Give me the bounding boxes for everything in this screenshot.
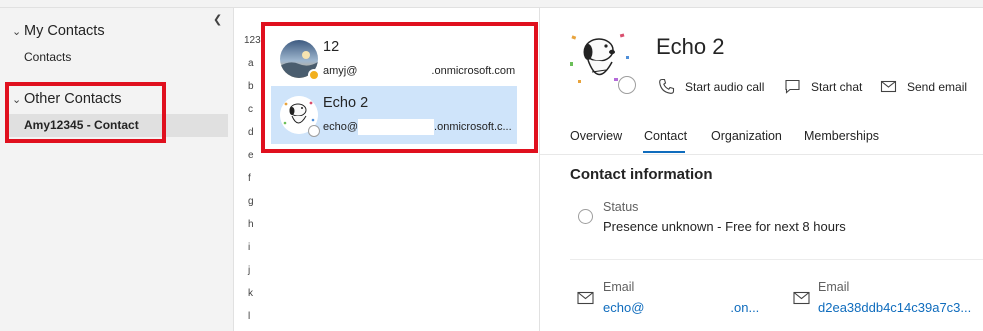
tab-memberships[interactable]: Memberships <box>804 129 879 143</box>
alpha-index-item[interactable]: h <box>234 219 264 230</box>
alpha-index-item[interactable]: a <box>234 58 264 69</box>
active-tab-indicator <box>643 151 685 153</box>
divider <box>570 259 983 260</box>
status-value: Presence unknown - Free for next 8 hours <box>603 219 846 234</box>
alpha-index-item[interactable]: d <box>234 127 264 138</box>
top-bar <box>0 0 983 8</box>
alpha-index-item[interactable]: g <box>234 196 264 207</box>
mail-icon <box>577 291 594 305</box>
chevron-left-icon[interactable]: ❮ <box>213 13 222 26</box>
email-label: Email <box>818 280 850 294</box>
contact-name: Echo 2 <box>323 95 369 111</box>
contact-email: amyj@ .onmicrosoft.com <box>323 63 515 79</box>
presence-unknown-icon <box>578 209 593 224</box>
group-label: My Contacts <box>24 23 105 39</box>
alpha-index-item[interactable]: 123 <box>234 35 264 46</box>
action-label: Start audio call <box>685 79 765 94</box>
action-label: Send email <box>907 79 968 94</box>
presence-unknown-icon <box>308 125 320 137</box>
tab-organization[interactable]: Organization <box>711 129 782 143</box>
contact-display-name: Echo 2 <box>656 34 725 59</box>
alpha-index-item[interactable]: c <box>234 104 264 115</box>
email-label: Email <box>603 280 635 294</box>
mail-icon <box>793 291 810 305</box>
folder-item-contacts[interactable]: Contacts <box>24 50 71 64</box>
alpha-index-item[interactable]: f <box>234 173 264 184</box>
contact-email: echo@ .onmicrosoft.c... <box>323 119 512 135</box>
status-label: Status <box>603 200 639 214</box>
folder-pane: ❮ ⌄ My Contacts Contacts ⌄ Other Contact… <box>0 8 234 331</box>
list-item[interactable]: 12 amyj@ .onmicrosoft.com <box>271 30 517 88</box>
start-chat-button[interactable]: Start chat <box>784 78 862 95</box>
alpha-index-item[interactable]: j <box>234 265 264 276</box>
contact-detail-pane: Echo 2 Start audio call Start chat Send … <box>540 8 983 331</box>
email-value-link[interactable]: d2ea38ddb4c14c39a7c3... <box>818 300 971 315</box>
email-value-link[interactable]: echo@ .on... <box>603 300 759 317</box>
presence-away-icon <box>308 69 320 81</box>
list-item[interactable]: Echo 2 echo@ .onmicrosoft.c... <box>271 86 517 144</box>
group-label: Other Contacts <box>24 91 122 107</box>
start-audio-call-button[interactable]: Start audio call <box>658 78 764 95</box>
folder-item-amy12345-contact[interactable]: Amy12345 - Contact <box>5 114 228 137</box>
tab-overview[interactable]: Overview <box>570 129 622 143</box>
alpha-index-item[interactable]: e <box>234 150 264 161</box>
alpha-index-item[interactable]: i <box>234 242 264 253</box>
alpha-index-item[interactable]: k <box>234 288 264 299</box>
mail-icon <box>880 80 897 93</box>
chevron-down-icon: ⌄ <box>12 93 22 106</box>
tab-contact[interactable]: Contact <box>644 129 687 143</box>
contact-list: 12 amyj@ .onmicrosoft.com Echo 2 echo@ .on… <box>264 8 540 331</box>
chat-icon <box>785 79 800 94</box>
avatar <box>566 26 636 94</box>
alpha-index-item[interactable]: b <box>234 81 264 92</box>
action-label: Start chat <box>811 79 863 94</box>
phone-icon <box>659 78 675 94</box>
group-other-contacts[interactable]: ⌄ Other Contacts <box>12 91 122 107</box>
contact-name: 12 <box>323 39 340 55</box>
send-email-button[interactable]: Send email <box>880 78 967 95</box>
chevron-down-icon: ⌄ <box>12 25 22 38</box>
alpha-index-item[interactable]: l <box>234 311 264 322</box>
section-title: Contact information <box>570 166 713 183</box>
alphabet-index: 123 a b c d e f g h i j k l <box>234 8 264 331</box>
presence-unknown-icon <box>618 76 636 94</box>
divider <box>540 154 983 155</box>
group-my-contacts[interactable]: ⌄ My Contacts <box>12 23 105 39</box>
